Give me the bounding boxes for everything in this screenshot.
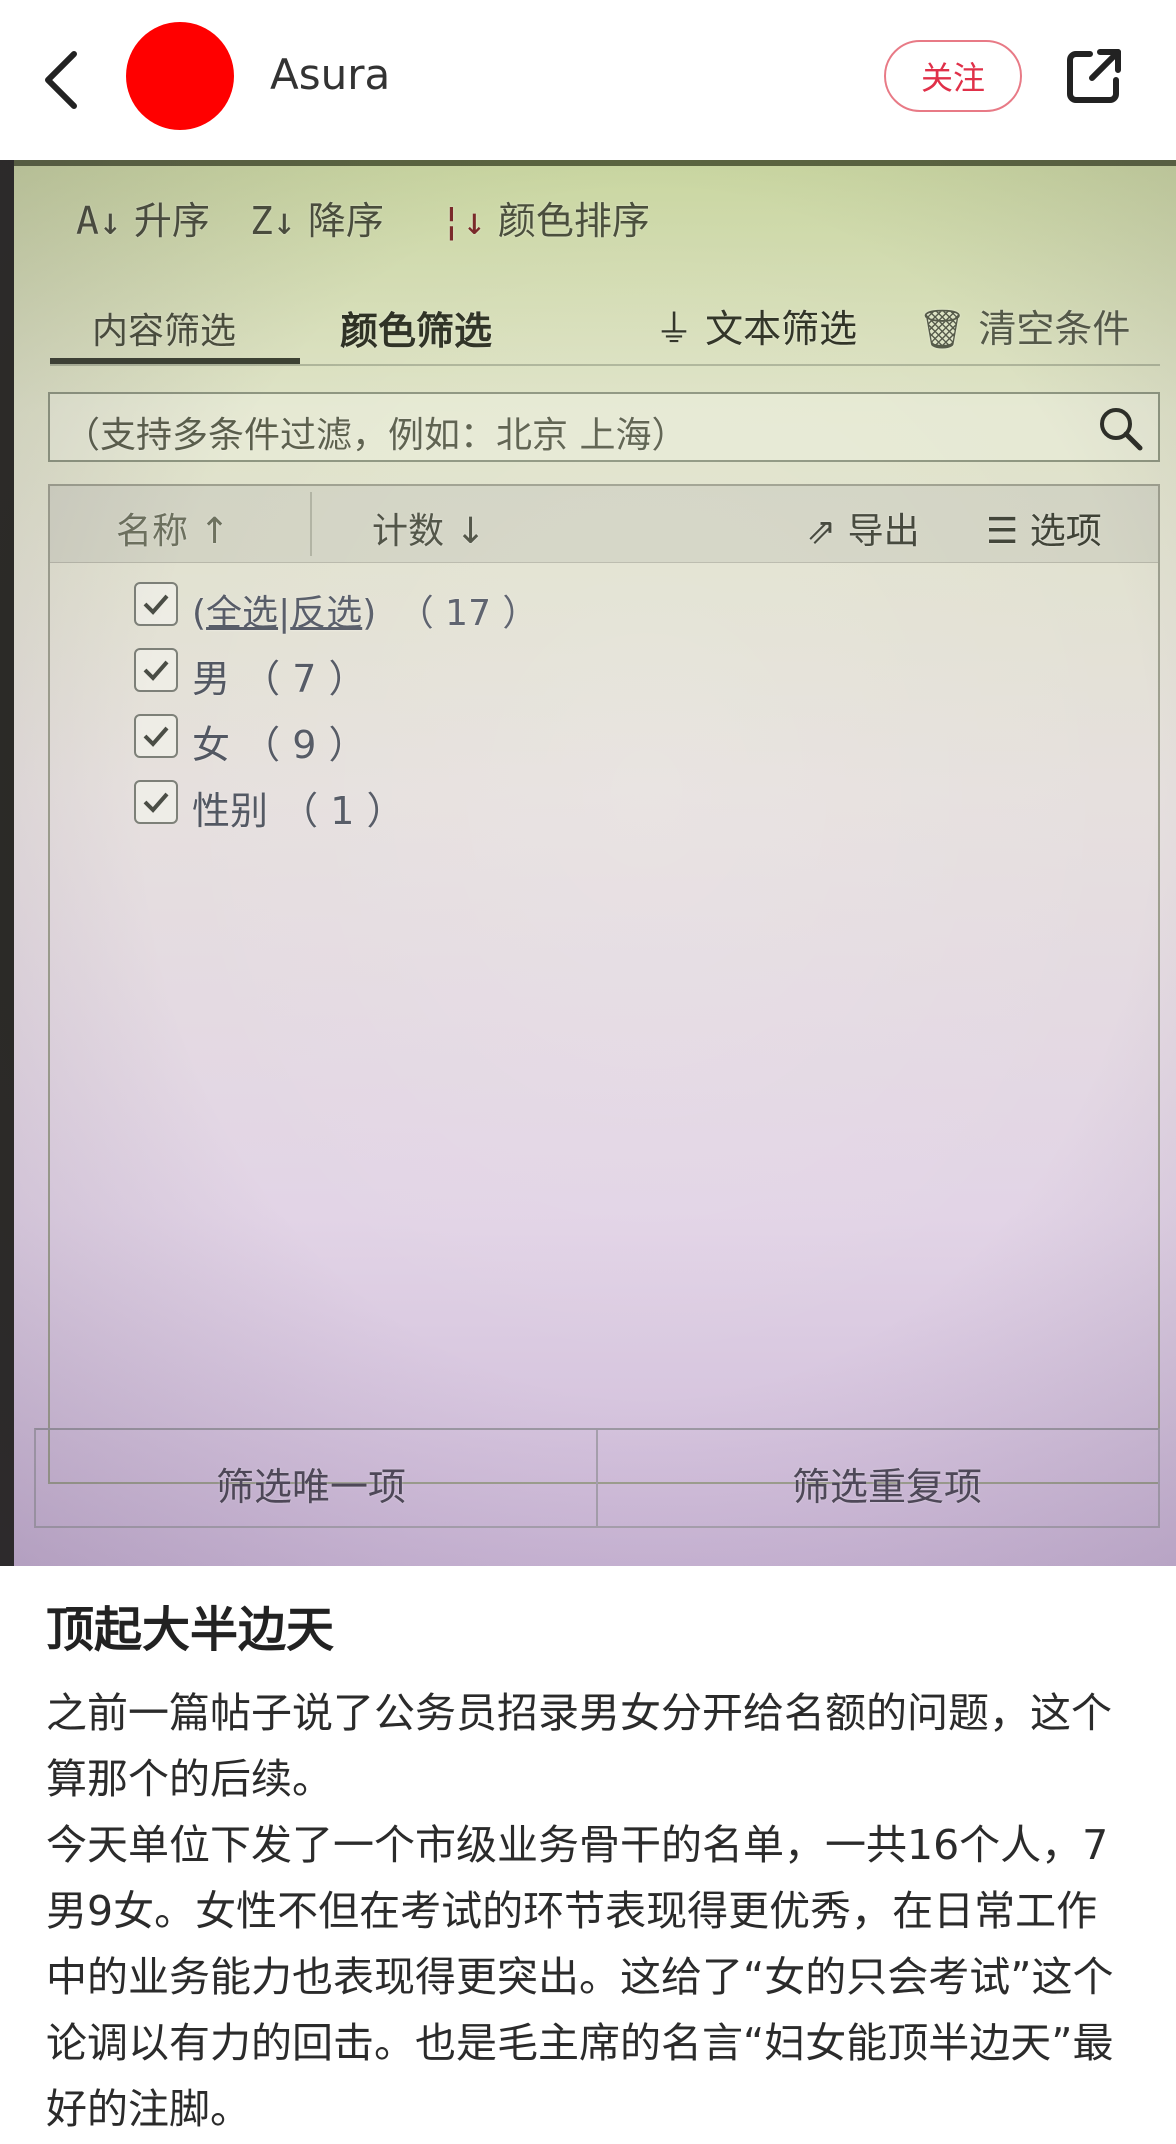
item-count: （ 1 ） (280, 789, 405, 833)
list-item-female: 女 （ 9 ） (192, 723, 367, 767)
sort-descending-icon: Z↓ (250, 199, 296, 243)
item-checkbox-male[interactable] (134, 648, 178, 692)
screen-bezel (0, 160, 14, 1566)
list-header: 名称 ↑ 计数 ↓ ⇗ 导出 ☰ 选项 (50, 486, 1158, 563)
checkmark-icon (143, 792, 169, 813)
item-checkbox-female[interactable] (134, 714, 178, 758)
checkmark-icon (143, 660, 169, 681)
column-name-header[interactable]: 名称 ↑ (116, 502, 230, 554)
item-count: （ 9 ） (242, 723, 367, 767)
select-all-link[interactable]: 全选 (206, 593, 278, 634)
arrow-up-icon: ↑ (188, 511, 230, 552)
search-icon[interactable] (1096, 404, 1144, 456)
trash-icon: 🗑 (918, 307, 967, 351)
footer-divider (596, 1430, 598, 1526)
checkmark-icon (143, 726, 169, 747)
item-count: （ 7 ） (242, 657, 367, 701)
filter-unique-button[interactable]: 筛选唯一项 (216, 1456, 406, 1511)
sort-descending-button[interactable]: Z↓ 降序 (250, 190, 384, 245)
sort-ascending-icon: A↓ (76, 199, 122, 243)
list-item-select-all: (全选|反选) （ 17 ） (192, 593, 539, 634)
share-icon[interactable] (1064, 46, 1124, 106)
filter-duplicate-button[interactable]: 筛选重复项 (792, 1456, 982, 1511)
follow-button[interactable]: 关注 (884, 40, 1022, 112)
select-all-checkbox[interactable] (134, 582, 178, 626)
item-checkbox-gender[interactable] (134, 780, 178, 824)
options-icon: ☰ (986, 511, 1019, 552)
list-item-male: 男 （ 7 ） (192, 657, 367, 701)
tabs-divider (50, 364, 1160, 366)
post-paragraph: 今天单位下发了一个市级业务骨干的名单，一共16个人，7男9女。女性不但在考试的环… (46, 1821, 1114, 2133)
export-icon: ⇗ (806, 511, 837, 552)
checkmark-icon (143, 594, 169, 615)
column-separator (310, 492, 312, 556)
avatar[interactable] (126, 22, 234, 130)
clear-conditions-button[interactable]: 🗑 清空条件 (918, 298, 1130, 353)
filter-footer: 筛选唯一项 筛选重复项 (34, 1428, 1160, 1528)
item-count: （ 17 ） (397, 593, 539, 634)
top-nav-bar: Asura 关注 (0, 0, 1176, 160)
column-count-header[interactable]: 计数 ↓ (372, 502, 486, 554)
back-arrow-icon[interactable] (40, 48, 84, 112)
text-filter-button[interactable]: ⏚ 文本筛选 (655, 298, 857, 353)
arrow-down-icon: ↓ (444, 511, 486, 552)
post-body: 之前一篇帖子说了公务员招录男女分开给名额的问题，这个算那个的后续。 今天单位下发… (46, 1680, 1136, 2142)
list-item-gender: 性别 （ 1 ） (192, 789, 405, 833)
tab-color-filter[interactable]: 颜色筛选 (340, 300, 492, 355)
sort-ascending-button[interactable]: A↓ 升序 (76, 190, 210, 245)
search-placeholder: （支持多条件过滤，例如：北京 上海） (64, 415, 688, 456)
post-title: 顶起大半边天 (46, 1602, 335, 1658)
color-sort-button[interactable]: ¦↓ 颜色排序 (440, 190, 650, 245)
username[interactable]: Asura (270, 50, 390, 99)
tab-content-filter[interactable]: 内容筛选 (92, 302, 236, 354)
post-paragraph: 之前一篇帖子说了公务员招录男女分开给名额的问题，这个算那个的后续。 (46, 1689, 1112, 1803)
color-sort-icon: ¦↓ (440, 199, 486, 243)
funnel-icon: ⏚ (655, 307, 694, 351)
filter-search-input[interactable]: （支持多条件过滤，例如：北京 上海） (48, 392, 1160, 462)
post-image[interactable]: A↓ 升序 Z↓ 降序 ¦↓ 颜色排序 内容筛选 颜色筛选 ⏚ 文本筛选 🗑 清… (0, 160, 1176, 1566)
filter-values-panel: 名称 ↑ 计数 ↓ ⇗ 导出 ☰ 选项 (全选|反选) （ 17 ） 男 （ 7… (48, 484, 1160, 1484)
invert-selection-link[interactable]: 反选 (290, 593, 362, 634)
export-button[interactable]: ⇗ 导出 (806, 502, 920, 554)
options-button[interactable]: ☰ 选项 (986, 502, 1102, 554)
screen-edge (0, 160, 1176, 166)
